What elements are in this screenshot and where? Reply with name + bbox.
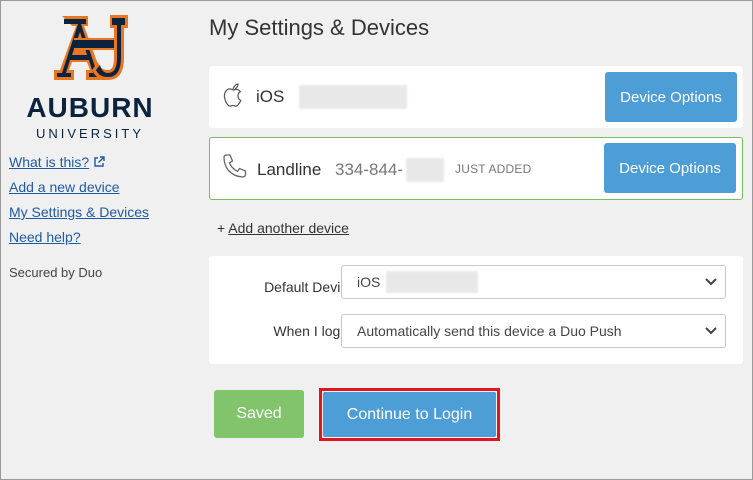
external-link-icon	[94, 156, 105, 167]
page-title: My Settings & Devices	[209, 15, 430, 40]
just-added-badge: JUST ADDED	[455, 162, 532, 176]
sidebar-link-label: What is this?	[9, 154, 90, 170]
redacted-phone-number	[386, 271, 479, 293]
device-number: 334-844-	[335, 160, 404, 179]
when-login-value: Automatically send this device a Duo Pus…	[357, 323, 622, 339]
redacted-phone-number	[299, 85, 407, 109]
phone-icon	[223, 154, 247, 178]
chevron-down-icon	[705, 327, 717, 335]
device-name: Landline	[257, 160, 322, 179]
device-card-ios: iOS Device Options	[209, 66, 743, 128]
add-another-device[interactable]: + Add another device	[217, 220, 349, 236]
apple-icon	[223, 83, 242, 107]
sidebar-links: What is this? Add a new device My Settin…	[9, 150, 149, 250]
saved-button[interactable]: Saved	[214, 390, 304, 438]
sidebar-link-settings-devices[interactable]: My Settings & Devices	[9, 200, 149, 225]
redacted-phone-digits	[406, 158, 444, 182]
sidebar-link-what-is-this[interactable]: What is this?	[9, 150, 149, 175]
device-options-button-ios[interactable]: Device Options	[605, 72, 737, 122]
device-card-landline: Landline 334-844- JUST ADDED Device Opti…	[209, 137, 743, 200]
sidebar-link-add-device[interactable]: Add a new device	[9, 175, 149, 200]
device-name: iOS	[256, 87, 285, 106]
continue-to-login-button[interactable]: Continue to Login	[323, 392, 496, 437]
auburn-logo	[54, 15, 128, 80]
auburn-wordmark: AUBURN	[26, 92, 154, 123]
university-wordmark: UNIVERSITY	[35, 126, 144, 141]
secured-by-duo: Secured by Duo	[9, 265, 103, 280]
default-device-label: Default Device:	[264, 279, 359, 295]
device-options-button-landline[interactable]: Device Options	[604, 143, 736, 193]
chevron-down-icon	[705, 278, 717, 286]
when-login-label: When I log in:	[273, 323, 359, 339]
settings-panel: Default Device: iOS When I log in: Autom…	[209, 256, 743, 364]
add-prefix: +	[217, 220, 229, 236]
default-device-select[interactable]: iOS	[341, 265, 726, 299]
sidebar-link-need-help[interactable]: Need help?	[9, 225, 149, 250]
sidebar: AUBURN UNIVERSITY What is this? Add a ne…	[0, 0, 195, 480]
when-login-select[interactable]: Automatically send this device a Duo Pus…	[341, 314, 726, 348]
default-device-value: iOS	[357, 274, 381, 290]
add-another-device-link[interactable]: Add another device	[228, 220, 349, 236]
